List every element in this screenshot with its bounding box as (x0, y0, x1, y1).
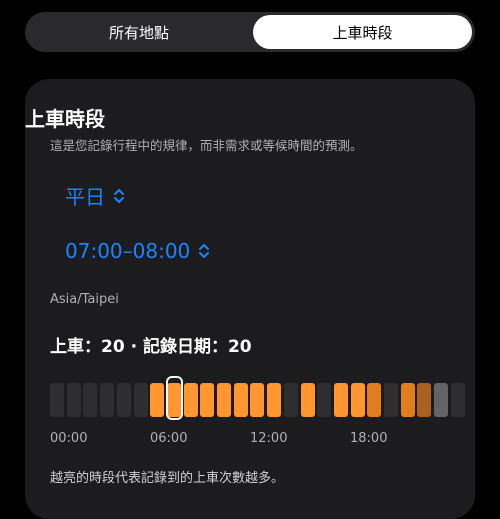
heatmap-bar[interactable] (283, 383, 298, 417)
heatmap-bar[interactable] (100, 383, 115, 417)
x-tick-label: 18:00 (350, 431, 388, 446)
heatmap-bar[interactable] (50, 383, 64, 417)
selected-slot-marker (166, 376, 183, 420)
heatmap-bar[interactable] (150, 383, 165, 417)
chevron-up-down-icon (199, 244, 210, 258)
heatmap-bar[interactable] (317, 383, 332, 417)
chevron-up-down-icon (114, 188, 124, 203)
heatmap-bar[interactable] (66, 383, 81, 417)
heatmap-bar[interactable] (133, 383, 148, 417)
heatmap-bar[interactable] (116, 383, 131, 417)
heatmap-bar[interactable] (450, 383, 465, 417)
heatmap-bar[interactable] (200, 383, 215, 417)
timezone-label: Asia/Taipei (50, 292, 119, 307)
x-tick-label: 12:00 (250, 431, 288, 446)
card-subtitle: 這是您記錄行程中的規律，而非需求或等候時間的預測。 (50, 138, 363, 153)
heatmap-bar[interactable] (183, 383, 198, 417)
x-tick-label: 06:00 (150, 431, 188, 446)
time-picker-value: 07:00–08:00 (65, 239, 191, 263)
pickup-stats: 上車：20 · 記錄日期：20 (50, 337, 252, 357)
heatmap-note: 越亮的時段代表記錄到的上車次數越多。 (50, 471, 285, 486)
heatmap-bar[interactable] (300, 383, 315, 417)
card-title: 上車時段 (25, 107, 105, 131)
heatmap-bar[interactable] (350, 383, 365, 417)
tab-pickup-times[interactable]: 上車時段 (253, 15, 472, 49)
heatmap-bar[interactable] (250, 383, 265, 417)
heatmap-bar[interactable] (233, 383, 248, 417)
x-tick-label: 00:00 (50, 431, 88, 446)
time-picker[interactable]: 07:00–08:00 (65, 239, 210, 263)
day-picker-value: 平日 (65, 185, 105, 209)
heatmap-bar[interactable] (333, 383, 348, 417)
heatmap-bar[interactable] (417, 383, 432, 417)
segmented-control: 所有地點 上車時段 (25, 12, 475, 52)
heatmap-bar[interactable] (434, 383, 449, 417)
pickup-heatmap (50, 383, 465, 417)
heatmap-bar[interactable] (367, 383, 382, 417)
heatmap-bar[interactable] (384, 383, 398, 417)
tab-all-locations[interactable]: 所有地點 (28, 15, 250, 49)
heatmap-bar[interactable] (83, 383, 98, 417)
heatmap-bar[interactable] (400, 383, 415, 417)
heatmap-bar[interactable] (267, 383, 282, 417)
heatmap-bar[interactable] (217, 383, 231, 417)
day-picker[interactable]: 平日 (65, 181, 125, 210)
